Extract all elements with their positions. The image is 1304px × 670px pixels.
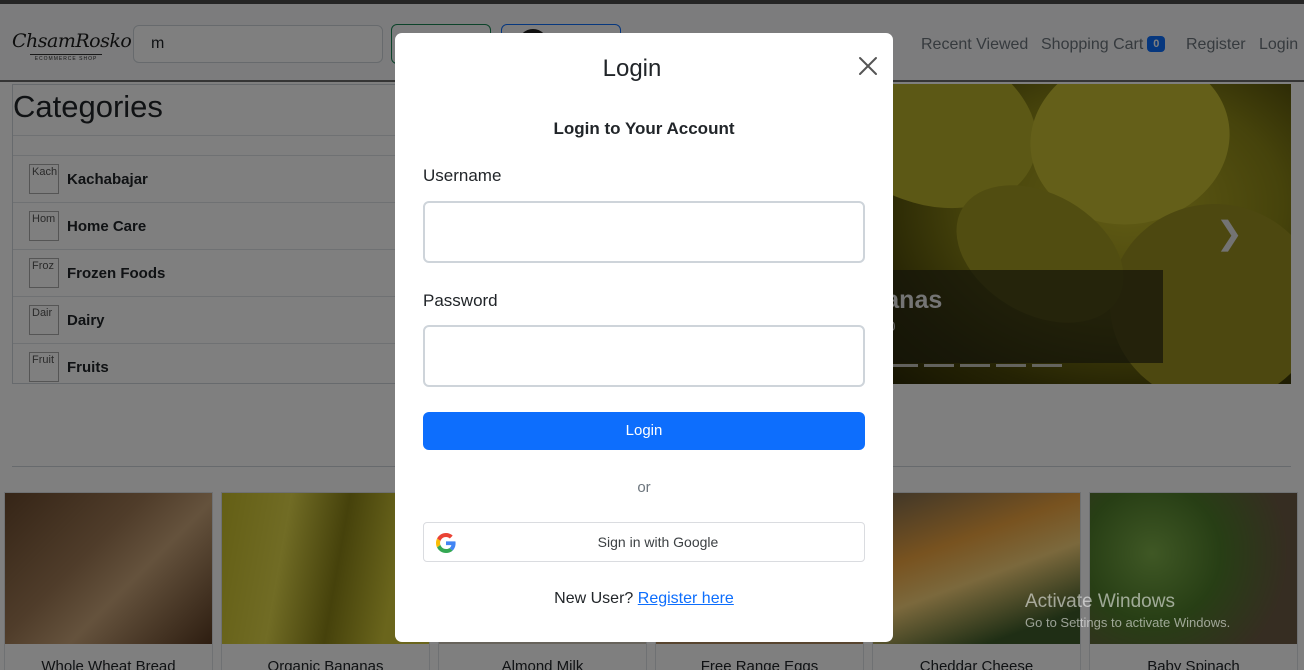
or-separator: or bbox=[637, 479, 651, 496]
password-label: Password bbox=[423, 291, 498, 310]
register-link[interactable]: Register here bbox=[638, 590, 734, 607]
username-label: Username bbox=[423, 166, 502, 185]
watermark-title: Activate Windows bbox=[1025, 591, 1175, 612]
modal-title: Login bbox=[602, 55, 662, 82]
password-field[interactable] bbox=[423, 325, 865, 387]
activate-windows-watermark: Activate Windows Go to Settings to activ… bbox=[1025, 591, 1230, 630]
modal-subtitle: Login to Your Account bbox=[553, 119, 735, 138]
new-user-text: New User? bbox=[554, 590, 634, 607]
google-signin-label: Sign in with Google bbox=[597, 534, 719, 550]
login-button[interactable]: Login bbox=[423, 412, 865, 450]
login-modal: Login Login to Your Account Username Pas… bbox=[395, 33, 893, 642]
google-signin-button[interactable]: Sign in with Google bbox=[423, 522, 865, 562]
watermark-subtitle: Go to Settings to activate Windows. bbox=[1025, 615, 1231, 630]
register-prompt: New User? Register here bbox=[395, 590, 893, 608]
close-icon[interactable] bbox=[857, 55, 879, 77]
username-field[interactable] bbox=[423, 201, 865, 263]
